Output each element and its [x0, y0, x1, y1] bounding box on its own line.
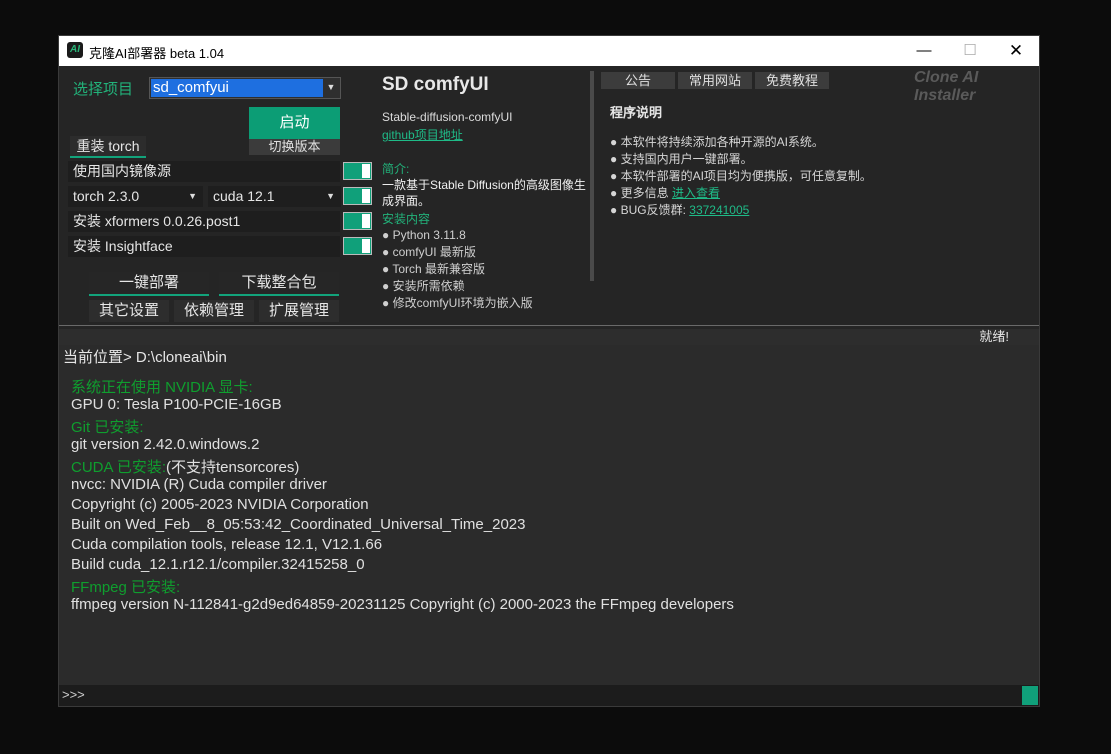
install-item: ● comfyUI 最新版 — [382, 245, 476, 259]
install-item: ● Torch 最新兼容版 — [382, 262, 486, 276]
switch-version-button[interactable]: 切换版本 — [249, 139, 340, 155]
window-title: 克隆AI部署器 beta 1.04 — [89, 46, 225, 61]
other-settings-button[interactable]: 其它设置 — [89, 300, 169, 322]
one-click-deploy-button[interactable]: 一键部署 — [89, 272, 209, 296]
info-line-more: ● 更多信息 进入查看 — [610, 184, 720, 201]
option-xformers: 安装 xformers 0.0.26.post1 — [68, 211, 340, 232]
chevron-down-icon[interactable]: ▼ — [324, 80, 338, 94]
console-line: GPU 0: Tesla P100-PCIE-16GB — [71, 396, 282, 413]
console-line: CUDA 已安装:(不支持tensorcores) — [71, 459, 300, 476]
project-title: SD comfyUI — [382, 74, 489, 95]
info-line: ● 本软件部署的AI项目均为便携版，可任意复制。 — [610, 169, 872, 183]
prompt-symbol: >>> — [62, 687, 85, 702]
app-logo-icon: AI — [67, 42, 83, 58]
bug-prefix: ● BUG反馈群: — [610, 203, 686, 217]
title-bar[interactable]: AI 克隆AI部署器 beta 1.04 — ☐ ✕ — [59, 36, 1039, 66]
start-button[interactable]: 启动 — [249, 107, 340, 139]
option-mirror-source: 使用国内镜像源 — [68, 161, 340, 182]
bug-group-link[interactable]: 337241005 — [689, 203, 749, 217]
intro-label: 简介: — [382, 162, 410, 176]
extension-manage-button[interactable]: 扩展管理 — [259, 300, 339, 322]
console-line: ffmpeg version N-112841-g2d9ed64859-2023… — [71, 596, 734, 613]
command-input[interactable]: >>> — [59, 685, 1039, 706]
project-subtitle: Stable-diffusion-comfyUI — [382, 110, 513, 124]
more-info-link[interactable]: 进入查看 — [672, 186, 720, 200]
console-line: Built on Wed_Feb__8_05:53:42_Coordinated… — [71, 516, 526, 533]
insightface-toggle[interactable] — [343, 237, 372, 255]
console-line: Build cuda_12.1.r12.1/compiler.32415258_… — [71, 556, 365, 573]
more-info-prefix: ● 更多信息 — [610, 186, 669, 200]
project-select-value: sd_comfyui — [151, 79, 323, 97]
chevron-down-icon: ▼ — [326, 191, 335, 201]
install-content-label: 安装内容 — [382, 212, 431, 226]
info-line: ● 支持国内用户一键部署。 — [610, 152, 753, 166]
dependency-manage-button[interactable]: 依赖管理 — [174, 300, 254, 322]
cuda-version-value: cuda 12.1 — [213, 188, 275, 204]
divider — [59, 325, 1039, 326]
console-line: nvcc: NVIDIA (R) Cuda compiler driver — [71, 476, 327, 493]
project-select[interactable]: sd_comfyui ▼ — [149, 77, 341, 99]
xformers-toggle[interactable] — [343, 212, 372, 230]
cuda-toggle[interactable] — [343, 187, 372, 205]
brand-logo: Clone AI Installer — [914, 69, 979, 104]
status-bar: 就绪! — [59, 329, 1039, 345]
project-detail-panel: ⟶ SD comfyUI Stable-diffusion-comfyUI gi… — [382, 74, 592, 324]
console-line: Git 已安装: — [71, 419, 144, 436]
info-line-bug: ● BUG反馈群: 337241005 — [610, 201, 749, 218]
github-link[interactable]: github项目地址 — [382, 126, 592, 143]
info-title: 程序说明 — [610, 105, 663, 120]
select-project-label: 选择项目 — [73, 81, 134, 98]
tab-common-sites[interactable]: 常用网站 — [678, 72, 752, 89]
torch-version-select[interactable]: torch 2.3.0 ▼ — [68, 186, 203, 207]
info-line: ● 本软件将持续添加各种开源的AI系统。 — [610, 135, 824, 149]
mirror-source-toggle[interactable] — [343, 162, 372, 180]
status-text: 就绪! — [979, 329, 1009, 344]
cuda-version-select[interactable]: cuda 12.1 ▼ — [208, 186, 341, 207]
chevron-down-icon: ▼ — [188, 191, 197, 201]
console-line: Copyright (c) 2005-2023 NVIDIA Corporati… — [71, 496, 369, 513]
current-directory: 当前位置> D:\cloneai\bin — [63, 349, 227, 366]
install-item: ● 修改comfyUI环境为嵌入版 — [382, 296, 533, 310]
maximize-button[interactable]: ☐ — [947, 36, 993, 66]
app-window: AI 克隆AI部署器 beta 1.04 — ☐ ✕ 选择项目 sd_comfy… — [59, 36, 1039, 706]
console-line: Cuda compilation tools, release 12.1, V1… — [71, 536, 383, 553]
install-item: ● 安装所需依赖 — [382, 279, 465, 293]
intro-text: 一款基于Stable Diffusion的高级图像生成界面。 — [382, 178, 586, 208]
console-line: 系统正在使用 NVIDIA 显卡: — [71, 379, 253, 396]
tab-announcement[interactable]: 公告 — [601, 72, 675, 89]
close-button[interactable]: ✕ — [993, 36, 1039, 66]
tab-reinstall-torch[interactable]: 重装 torch — [70, 136, 146, 158]
tab-free-tutorials[interactable]: 免费教程 — [755, 72, 829, 89]
torch-version-value: torch 2.3.0 — [73, 188, 140, 204]
option-insightface: 安装 Insightface — [68, 236, 340, 257]
console-line: git version 2.42.0.windows.2 — [71, 436, 260, 453]
download-package-button[interactable]: 下载整合包 — [219, 272, 339, 296]
install-item: ● Python 3.11.8 — [382, 228, 466, 242]
cursor — [1022, 686, 1038, 705]
minimize-button[interactable]: — — [901, 36, 947, 66]
panel-scrollbar[interactable] — [590, 71, 594, 281]
console-line: FFmpeg 已安装: — [71, 579, 181, 596]
